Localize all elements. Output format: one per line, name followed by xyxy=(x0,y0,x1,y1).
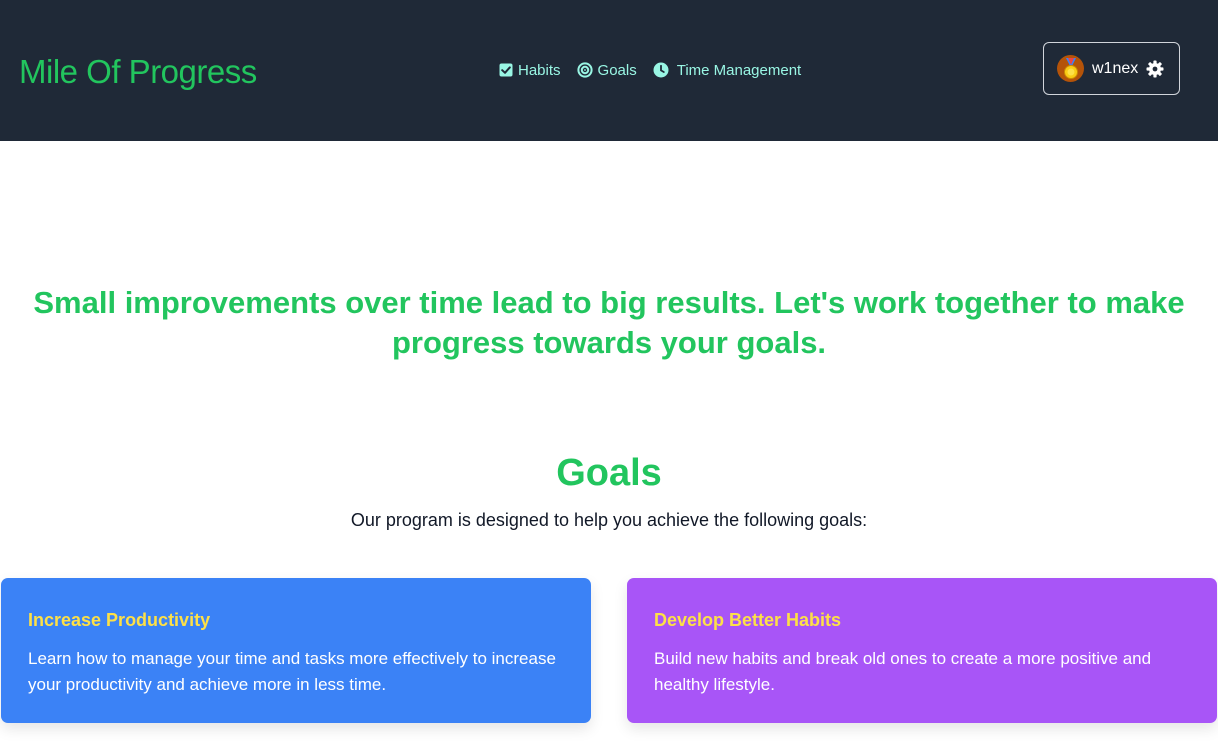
nav-time-management-label: Time Management xyxy=(676,61,802,79)
goal-card-title: Increase Productivity xyxy=(28,610,211,630)
user-menu-button[interactable]: w1nex xyxy=(1043,42,1180,95)
hero-headline: Small improvements over time lead to big… xyxy=(33,285,1185,360)
brand-logo-link[interactable]: Mile Of Progress xyxy=(19,50,257,94)
nav-habits-link[interactable]: Habits xyxy=(499,62,561,79)
nav-time-management-link[interactable]: Time Management xyxy=(653,61,802,79)
nav-habits-label: Habits xyxy=(518,61,561,79)
checkbox-icon xyxy=(499,63,513,77)
top-navbar: Mile Of Progress Habits Goals Time Manag… xyxy=(0,0,1218,141)
nav-goals-label: Goals xyxy=(597,61,637,79)
goal-card-description: Learn how to manage your time and tasks … xyxy=(28,649,556,694)
nav-goals-link[interactable]: Goals xyxy=(576,61,637,79)
clock-icon xyxy=(653,62,669,78)
target-icon xyxy=(576,62,593,78)
main-nav: Habits Goals Time Management xyxy=(499,59,817,81)
goals-section-title: Goals xyxy=(556,452,662,494)
gear-icon[interactable] xyxy=(1146,60,1164,78)
username: w1nex xyxy=(1092,59,1139,77)
goal-card-habits: Develop Better Habits Build new habits a… xyxy=(627,578,1217,723)
goals-section-subtitle: Our program is designed to help you achi… xyxy=(350,510,868,530)
goal-card-description: Build new habits and break old ones to c… xyxy=(654,649,1152,694)
medal-icon xyxy=(1057,55,1084,82)
goal-card-productivity: Increase Productivity Learn how to manag… xyxy=(1,578,591,723)
goal-card-title: Develop Better Habits xyxy=(654,610,842,630)
